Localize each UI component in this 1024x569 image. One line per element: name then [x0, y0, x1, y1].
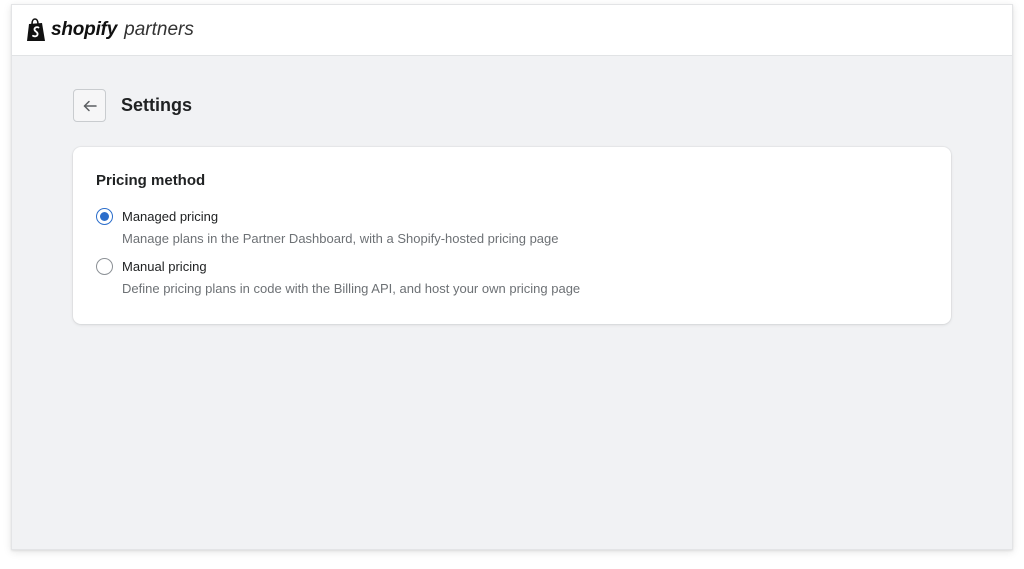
card-title: Pricing method [96, 172, 206, 189]
pricing-method-card: Pricing method Managed pricing Manage pl… [73, 147, 951, 324]
shopify-partners-logo[interactable]: shopify partners [25, 18, 194, 42]
managed-pricing-option[interactable]: Managed pricing Manage plans in the Part… [96, 208, 928, 247]
page-title: Settings [121, 95, 193, 115]
radio-selected-dot [100, 212, 109, 221]
brand-subname: partners [124, 19, 194, 40]
manual-pricing-option[interactable]: Manual pricing Define pricing plans in c… [96, 258, 928, 297]
manual-pricing-radio[interactable] [96, 258, 113, 275]
manual-pricing-label[interactable]: Manual pricing [122, 258, 580, 275]
back-button[interactable] [73, 89, 106, 122]
top-bar: shopify partners [12, 5, 1012, 56]
page-header: Settings [73, 89, 192, 122]
managed-pricing-label[interactable]: Managed pricing [122, 208, 559, 225]
brand-name: shopify [51, 19, 118, 40]
arrow-left-icon [83, 100, 97, 111]
manual-pricing-help: Define pricing plans in code with the Bi… [122, 281, 581, 296]
app-window: shopify partners Settings Pricing method… [11, 4, 1013, 550]
managed-pricing-help: Manage plans in the Partner Dashboard, w… [122, 231, 559, 246]
managed-pricing-radio[interactable] [96, 208, 113, 225]
shopify-bag-icon [27, 18, 45, 41]
